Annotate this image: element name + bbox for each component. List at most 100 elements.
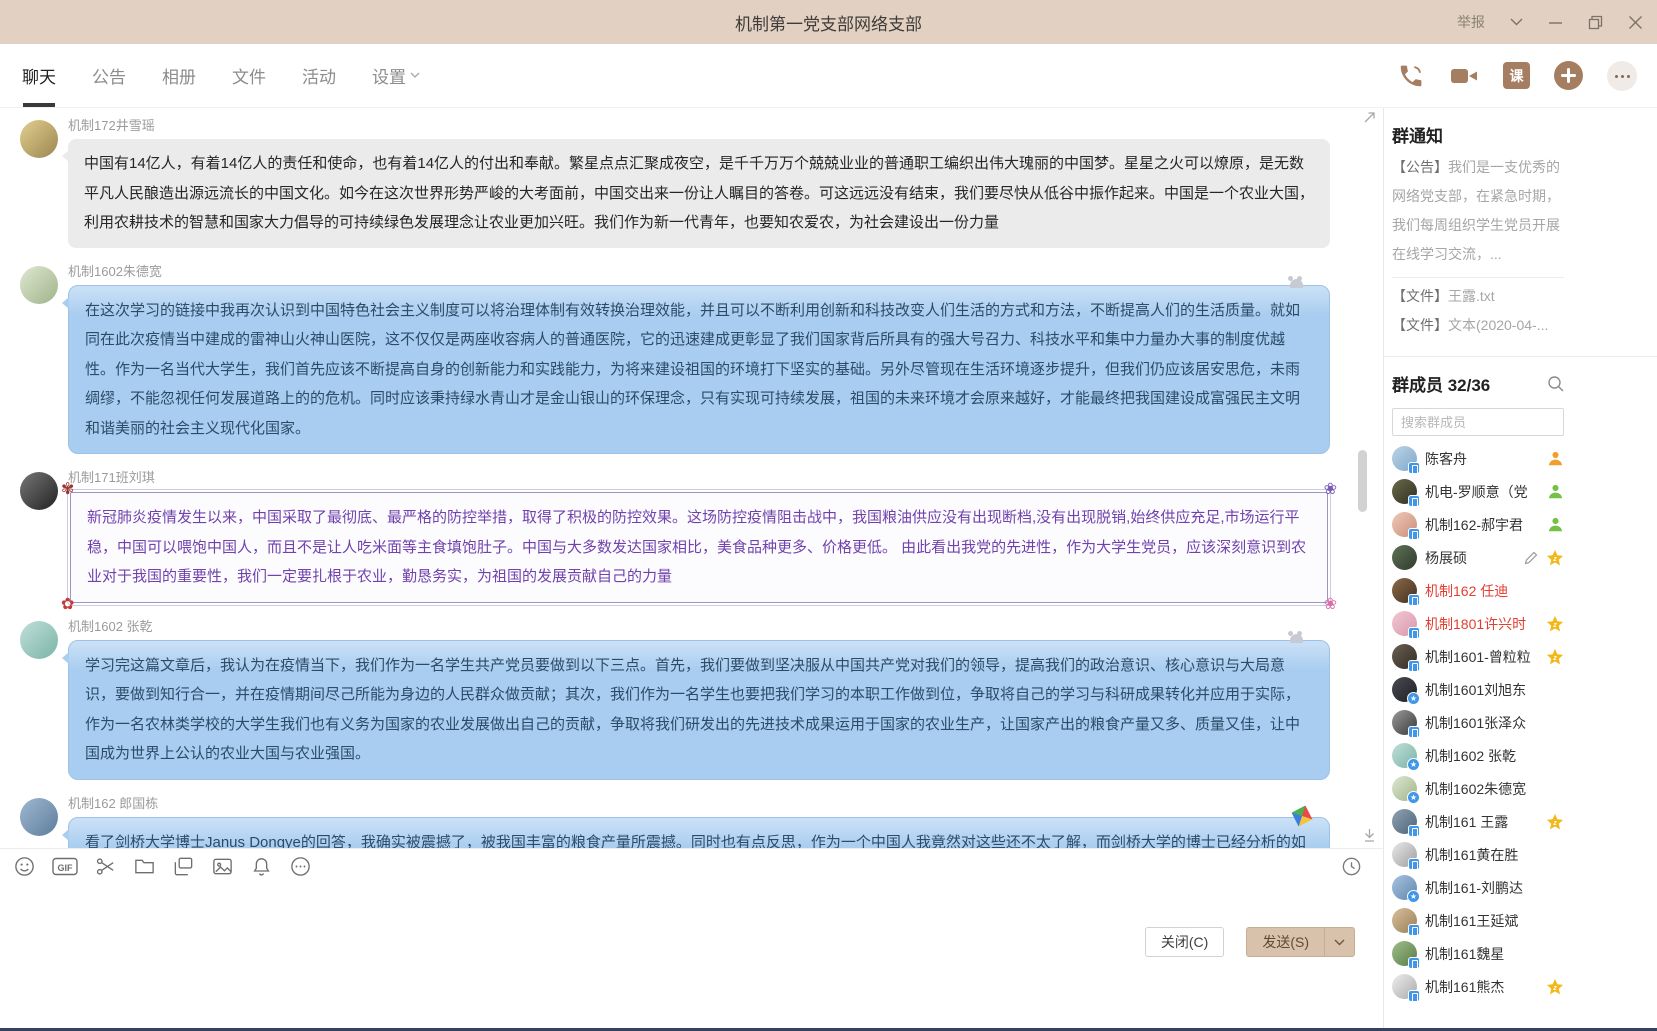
minimize-button[interactable] (1548, 15, 1563, 30)
member-avatar[interactable] (1392, 578, 1417, 603)
member-row[interactable]: ★ 机制1602朱德宽 (1392, 772, 1564, 805)
member-row[interactable]: 机制161熊杰 z (1392, 970, 1564, 1003)
member-row[interactable]: ★ 机制1601刘旭东 (1392, 673, 1564, 706)
member-avatar[interactable] (1392, 941, 1417, 966)
member-name: 机制1801许兴时 (1425, 614, 1538, 634)
member-row[interactable]: ★ 机制1602 张乾 (1392, 739, 1564, 772)
avatar[interactable] (20, 798, 58, 836)
group-announcement[interactable]: 【公告】我们是一支优秀的网络党支部，在紧急时期，我们每周组织学生党员开展在线学习… (1392, 153, 1564, 269)
report-button[interactable]: 举报 (1457, 12, 1485, 32)
search-icon[interactable] (1547, 375, 1564, 392)
collapse-panel-icon[interactable] (1362, 110, 1377, 125)
avatar[interactable] (20, 472, 58, 510)
message-history-icon[interactable] (1340, 855, 1363, 878)
member-name: 机制162-郝宇君 (1425, 515, 1539, 535)
tab-files[interactable]: 文件 (232, 44, 266, 107)
member-avatar[interactable] (1392, 479, 1417, 504)
member-icons: z (1546, 813, 1564, 831)
member-avatar[interactable]: ★ (1392, 776, 1417, 801)
member-name: 机制161-刘鹏达 (1425, 878, 1556, 898)
message-bubble[interactable]: 学习完这篇文章后，我认为在疫情当下，我们作为一名学生共产党员要做到以下三点。首先… (68, 640, 1330, 780)
video-call-icon[interactable] (1449, 64, 1479, 88)
notice-file-item[interactable]: 【文件】王露.txt (1392, 282, 1564, 311)
restore-button[interactable] (1588, 15, 1603, 30)
gif-icon[interactable]: GIF (52, 855, 78, 878)
member-avatar[interactable] (1392, 974, 1417, 999)
file-folder-icon[interactable] (133, 855, 156, 878)
add-icon[interactable] (1554, 61, 1583, 90)
message-bubble[interactable]: ✾ ❀ ✿ ❀ 新冠肺炎疫情发生以来，中国采取了最彻底、最严格的防控举措，取得了… (70, 492, 1328, 603)
chat-scrollbar[interactable] (1358, 450, 1367, 512)
member-avatar[interactable] (1392, 446, 1417, 471)
send-options-icon[interactable] (1324, 928, 1354, 956)
member-name: 陈客舟 (1425, 449, 1539, 469)
member-row[interactable]: 机制161黄在胜 (1392, 838, 1564, 871)
member-row[interactable]: 机制162 任迪 (1392, 574, 1564, 607)
avatar[interactable] (20, 621, 58, 659)
member-row[interactable]: 机制161王延斌 (1392, 904, 1564, 937)
tab-activity[interactable]: 活动 (302, 44, 336, 107)
image-icon[interactable] (211, 855, 234, 878)
member-row[interactable]: 机制1801许兴时 z (1392, 607, 1564, 640)
avatar[interactable] (20, 120, 58, 158)
message-text: 学习完这篇文章后，我认为在疫情当下，我们作为一名学生共产党员要做到以下三点。首先… (85, 657, 1300, 763)
star-badge-icon: ★ (1407, 692, 1420, 705)
message-input-area[interactable] (0, 884, 1383, 927)
member-name: 机制1601-曾粒粒 (1425, 647, 1538, 667)
member-avatar[interactable] (1392, 611, 1417, 636)
send-button[interactable]: 发送(S) (1246, 927, 1355, 957)
vip-star-icon: z (1546, 648, 1564, 666)
message-bubble[interactable]: 在这次学习的链接中我再次认识到中国特色社会主义制度可以将治理体制有效转换治理效能… (68, 285, 1330, 455)
member-row[interactable]: 杨展硕 z (1392, 541, 1564, 574)
member-avatar[interactable] (1392, 710, 1417, 735)
member-avatar[interactable] (1392, 512, 1417, 537)
message-bubble[interactable]: 中国有14亿人，有着14亿人的责任和使命，也有着14亿人的付出和奉献。繁星点点汇… (68, 139, 1330, 248)
search-members-input[interactable] (1392, 408, 1564, 436)
more-actions-icon[interactable] (1607, 61, 1637, 91)
member-icons (1547, 516, 1564, 533)
more-tools-icon[interactable] (289, 855, 312, 878)
member-row[interactable]: ★ 机制161-刘鹏达 (1392, 871, 1564, 904)
member-icons: z (1523, 549, 1564, 567)
member-name: 机制161魏星 (1425, 944, 1556, 964)
emoji-icon[interactable] (13, 855, 36, 878)
edit-pencil-icon[interactable] (1523, 550, 1539, 566)
scroll-to-bottom-icon[interactable] (1362, 828, 1377, 843)
close-button[interactable] (1628, 15, 1643, 30)
member-avatar[interactable]: ★ (1392, 743, 1417, 768)
voice-call-icon[interactable] (1397, 62, 1425, 90)
mobile-online-icon (1408, 726, 1420, 738)
ornament-flower-icon: ❀ (1324, 597, 1337, 613)
member-avatar[interactable]: ★ (1392, 875, 1417, 900)
member-row[interactable]: 机制1601张泽众 (1392, 706, 1564, 739)
tab-album[interactable]: 相册 (162, 44, 196, 107)
member-row[interactable]: 陈客舟 (1392, 442, 1564, 475)
class-icon[interactable]: 课 (1503, 62, 1530, 89)
chevron-down-icon[interactable] (1510, 18, 1523, 26)
member-row[interactable]: 机制161 王露 z (1392, 805, 1564, 838)
notice-file-item[interactable]: 【文件】文本(2020-04-... (1392, 311, 1564, 340)
member-name: 机制1602 张乾 (1425, 746, 1556, 766)
group-admin-icon (1547, 483, 1564, 500)
tab-chat[interactable]: 聊天 (22, 44, 56, 107)
group-notice-title: 群通知 (1392, 122, 1564, 147)
member-avatar[interactable] (1392, 644, 1417, 669)
screenshot-scissors-icon[interactable] (94, 855, 117, 878)
member-avatar[interactable]: ★ (1392, 677, 1417, 702)
message-bubble[interactable]: 看了剑桥大学博士Janus Dongye的回答，我确实被震撼了，被我国丰富的粮食… (68, 817, 1330, 849)
close-chat-button[interactable]: 关闭(C) (1145, 927, 1224, 957)
member-avatar[interactable] (1392, 842, 1417, 867)
notification-bell-icon[interactable] (250, 855, 273, 878)
tab-announcement[interactable]: 公告 (92, 44, 126, 107)
member-icons (1547, 483, 1564, 500)
member-avatar[interactable] (1392, 809, 1417, 834)
member-row[interactable]: 机制161魏星 (1392, 937, 1564, 970)
image-collage-icon[interactable] (172, 855, 195, 878)
avatar[interactable] (20, 266, 58, 304)
member-row[interactable]: 机电-罗顺意（党 (1392, 475, 1564, 508)
tab-settings[interactable]: 设置 (372, 44, 420, 107)
member-avatar[interactable] (1392, 908, 1417, 933)
member-row[interactable]: 机制1601-曾粒粒 z (1392, 640, 1564, 673)
member-row[interactable]: 机制162-郝宇君 (1392, 508, 1564, 541)
member-avatar[interactable] (1392, 545, 1417, 570)
